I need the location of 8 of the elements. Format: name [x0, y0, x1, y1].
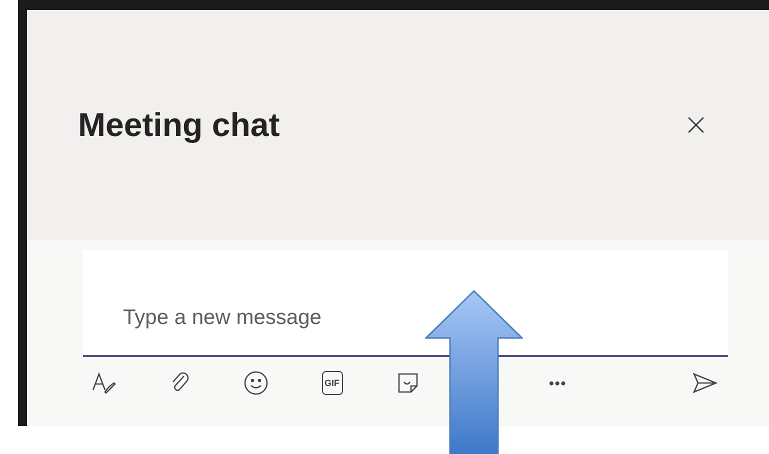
- send-icon: [692, 371, 718, 395]
- gif-button[interactable]: GIF: [317, 363, 347, 403]
- smiley-icon: [243, 370, 269, 396]
- more-options-button[interactable]: •••: [545, 363, 571, 403]
- sticker-icon: [396, 371, 420, 395]
- message-input[interactable]: Type a new message: [83, 250, 728, 357]
- text-format-icon: [91, 370, 117, 396]
- panel-title: Meeting chat: [78, 105, 280, 146]
